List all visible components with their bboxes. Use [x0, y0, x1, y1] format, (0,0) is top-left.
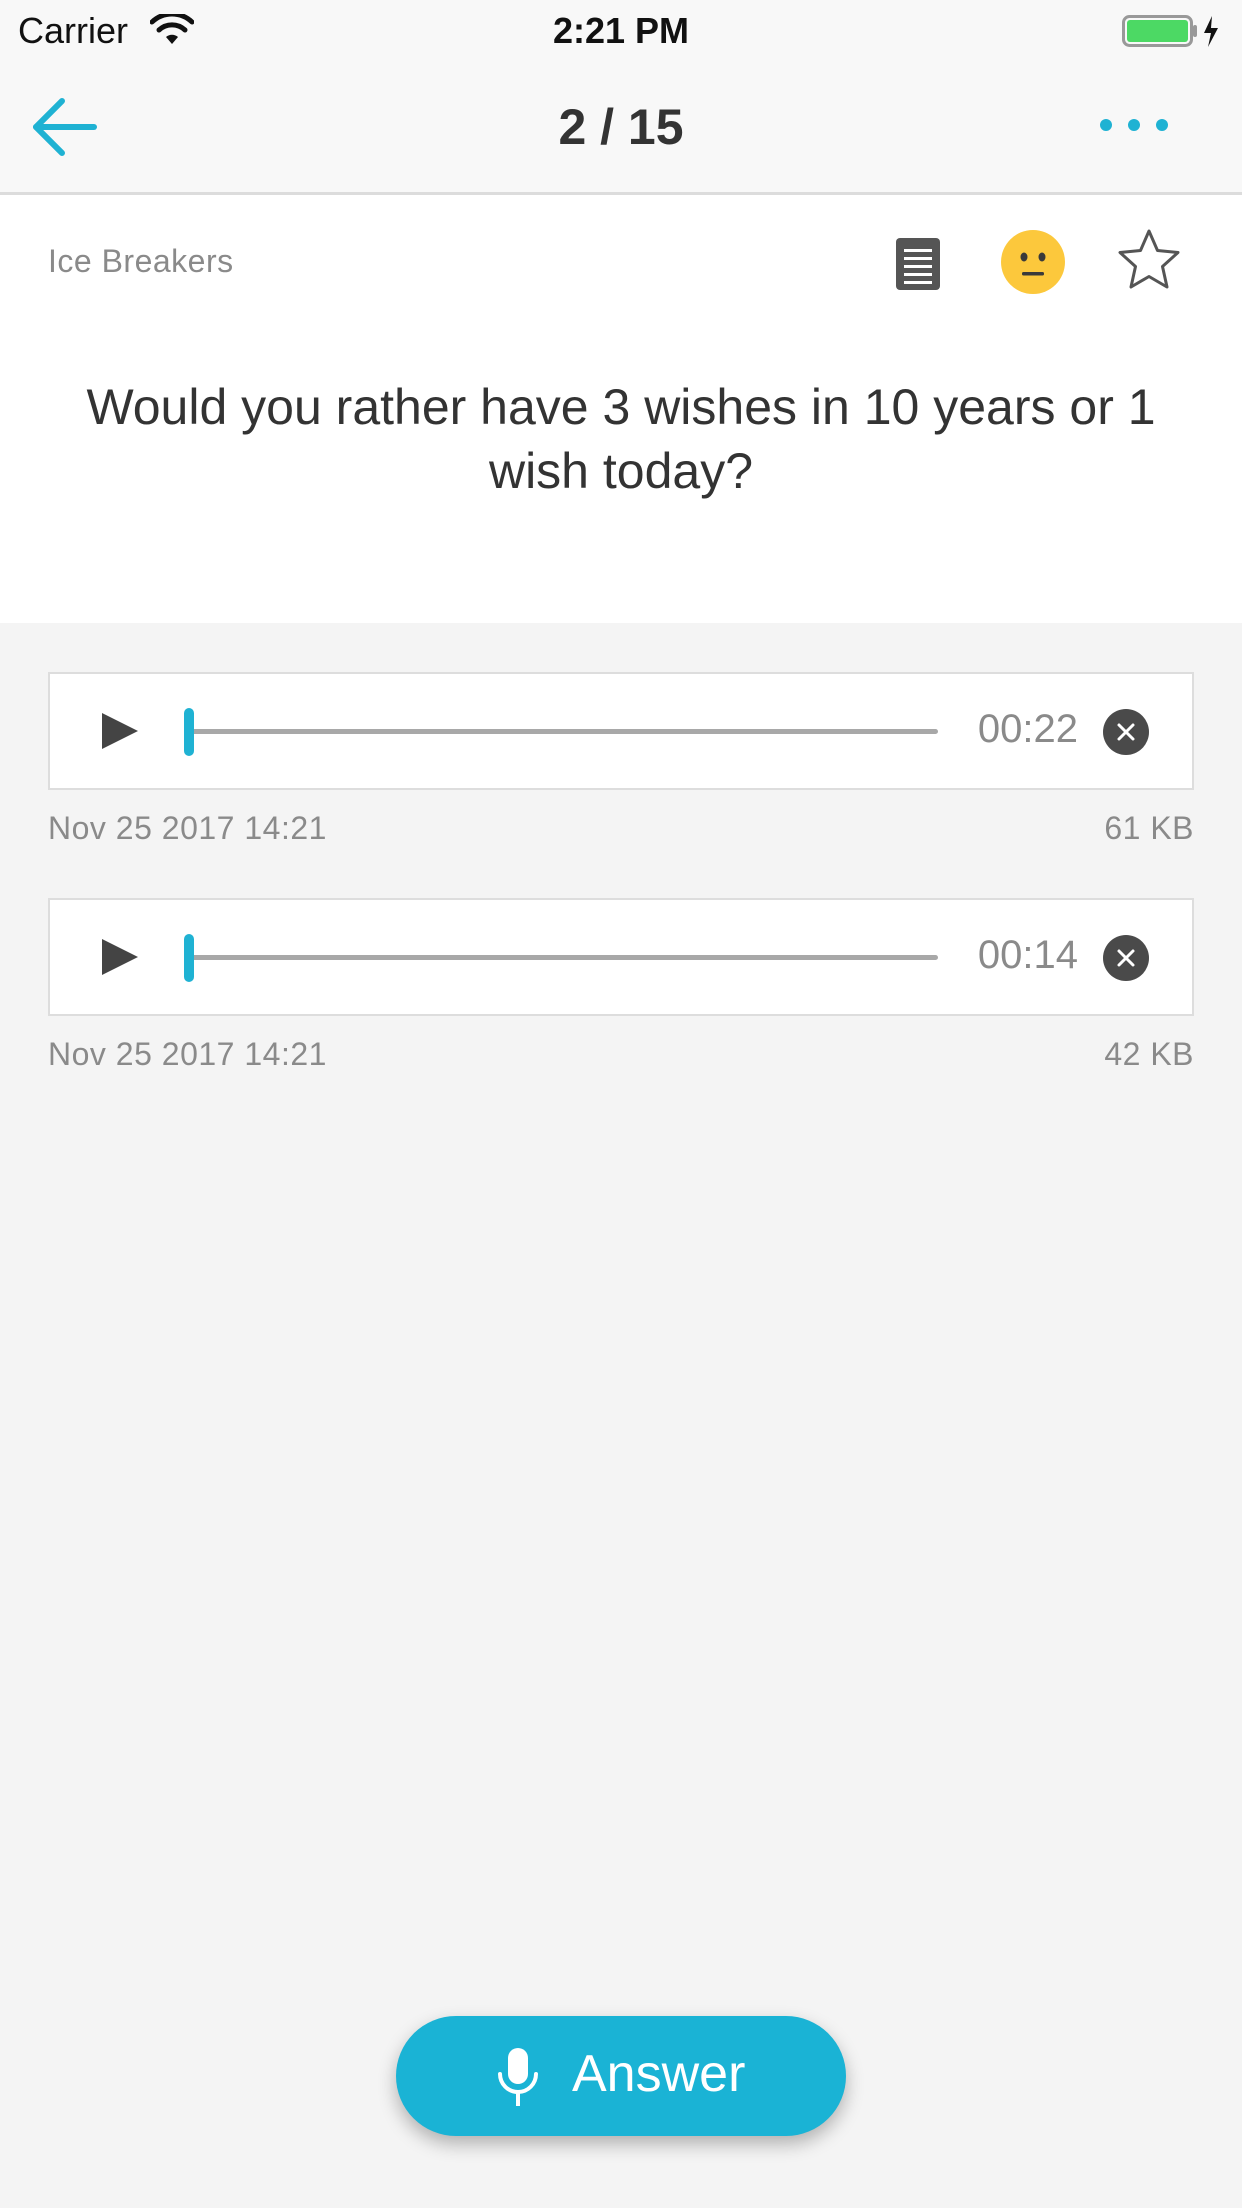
more-dots-icon[interactable]: [1098, 110, 1170, 140]
progress-handle[interactable]: [184, 708, 194, 756]
delete-recording-icon[interactable]: [1102, 708, 1150, 756]
star-outline-icon[interactable]: [1116, 227, 1182, 293]
notes-icon[interactable]: [893, 235, 943, 293]
recording-date: Nov 25 2017 14:21: [48, 1036, 327, 1072]
recording-date: Nov 25 2017 14:21: [48, 810, 327, 846]
battery-charging-icon: [1122, 15, 1218, 47]
page-counter-title: 2 / 15: [558, 99, 684, 155]
answer-label: Answer: [572, 2045, 746, 2103]
progress-track[interactable]: [184, 955, 938, 960]
progress-track[interactable]: [184, 729, 938, 734]
question-card: Ice Breakers Would you rather have 3 wis…: [0, 195, 1242, 623]
recording-meta: Nov 25 2017 14:21 42 KB: [48, 1016, 1194, 1076]
neutral-face-icon[interactable]: [1000, 229, 1066, 295]
recording-meta: Nov 25 2017 14:21 61 KB: [48, 790, 1194, 850]
category-label: Ice Breakers: [48, 243, 234, 279]
recording-item: 00:22 Nov 25 2017 14:21 61 KB: [48, 672, 1194, 850]
recording-size: 42 KB: [1104, 1036, 1194, 1072]
question-text: Would you rather have 3 wishes in 10 yea…: [86, 379, 1156, 499]
navigation-bar: 2 / 15: [0, 62, 1242, 195]
recording-duration: 00:22: [977, 707, 1078, 751]
recording-size: 61 KB: [1104, 810, 1194, 846]
play-icon[interactable]: [96, 935, 144, 979]
status-bar: Carrier 2:21 PM: [0, 0, 1242, 62]
audio-player: 00:22: [48, 672, 1194, 790]
microphone-icon: [498, 2048, 538, 2106]
answer-button[interactable]: Answer: [396, 2016, 846, 2136]
recording-duration: 00:14: [977, 933, 1078, 977]
status-time: 2:21 PM: [552, 10, 690, 51]
recording-item: 00:14 Nov 25 2017 14:21 42 KB: [48, 898, 1194, 1076]
delete-recording-icon[interactable]: [1102, 934, 1150, 982]
progress-handle[interactable]: [184, 934, 194, 982]
audio-player: 00:14: [48, 898, 1194, 1016]
play-icon[interactable]: [96, 709, 144, 753]
